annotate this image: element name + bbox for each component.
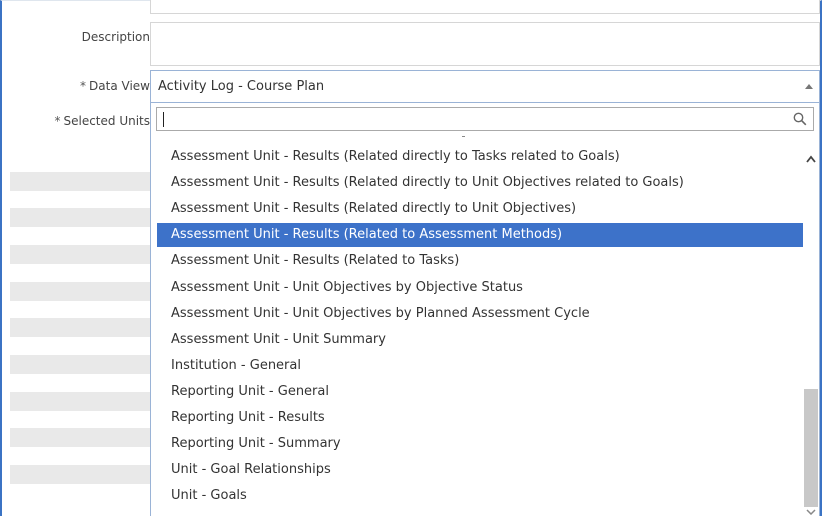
scrolled-item-remnant <box>462 136 465 137</box>
row-stripe <box>10 428 150 447</box>
dropdown-option[interactable]: Unit - Goal Relationships <box>157 458 805 482</box>
text-caret <box>163 112 164 127</box>
dropdown-option[interactable]: Assessment Unit - Results (Related direc… <box>157 171 805 195</box>
row-stripe <box>10 465 150 484</box>
dropdown-option[interactable]: Unit - Goals <box>157 484 805 508</box>
previous-field[interactable] <box>150 0 820 14</box>
data-view-selected-value: Activity Log - Course Plan <box>158 79 325 94</box>
row-stripe <box>10 208 150 227</box>
scrollbar-thumb[interactable] <box>804 389 818 507</box>
dropdown-option[interactable]: Assessment Unit - Results (Related direc… <box>157 197 805 221</box>
dropdown-option-selected[interactable]: Assessment Unit - Results (Related to As… <box>157 223 805 248</box>
row-stripe <box>10 245 150 264</box>
required-marker: * <box>54 114 61 128</box>
row-stripe <box>10 172 150 191</box>
dropdown-options-list[interactable]: Assessment Unit - Results (Related direc… <box>150 136 820 516</box>
data-view-select[interactable]: Activity Log - Course Plan <box>150 70 820 103</box>
dropdown-option[interactable]: Assessment Unit - Unit Summary <box>157 328 805 352</box>
dropdown-scrollbar[interactable] <box>803 136 819 516</box>
chevron-down-icon[interactable] <box>806 509 816 515</box>
dropdown-option[interactable]: Assessment Unit - Results (Related to Ta… <box>157 249 805 273</box>
dropdown-search-input[interactable] <box>156 107 814 131</box>
dropdown-option[interactable]: Reporting Unit - Summary <box>157 432 805 456</box>
data-view-label: * Data View <box>80 79 150 93</box>
chevron-up-icon <box>805 84 813 89</box>
dropdown-option[interactable]: Assessment Unit - Results (Related direc… <box>157 145 805 169</box>
row-stripe <box>10 392 150 411</box>
description-label: Description <box>81 30 150 44</box>
dropdown-option[interactable]: Assessment Unit - Unit Objectives by Pla… <box>157 302 805 326</box>
search-icon[interactable] <box>793 112 807 126</box>
required-marker: * <box>80 79 87 93</box>
description-field[interactable] <box>150 22 820 66</box>
row-stripe <box>10 318 150 337</box>
label-column <box>2 0 150 516</box>
row-stripe <box>10 282 150 301</box>
row-stripe <box>10 355 150 374</box>
dropdown-search-bar <box>150 103 820 136</box>
dropdown-option[interactable]: Reporting Unit - General <box>157 380 805 404</box>
dropdown-option[interactable]: Reporting Unit - Results <box>157 406 805 430</box>
dropdown-option[interactable]: Institution - General <box>157 354 805 378</box>
dropdown-option[interactable]: Assessment Unit - Unit Objectives by Obj… <box>157 276 805 300</box>
selected-units-label: * Selected Units <box>54 114 150 128</box>
chevron-up-icon[interactable] <box>806 155 816 163</box>
